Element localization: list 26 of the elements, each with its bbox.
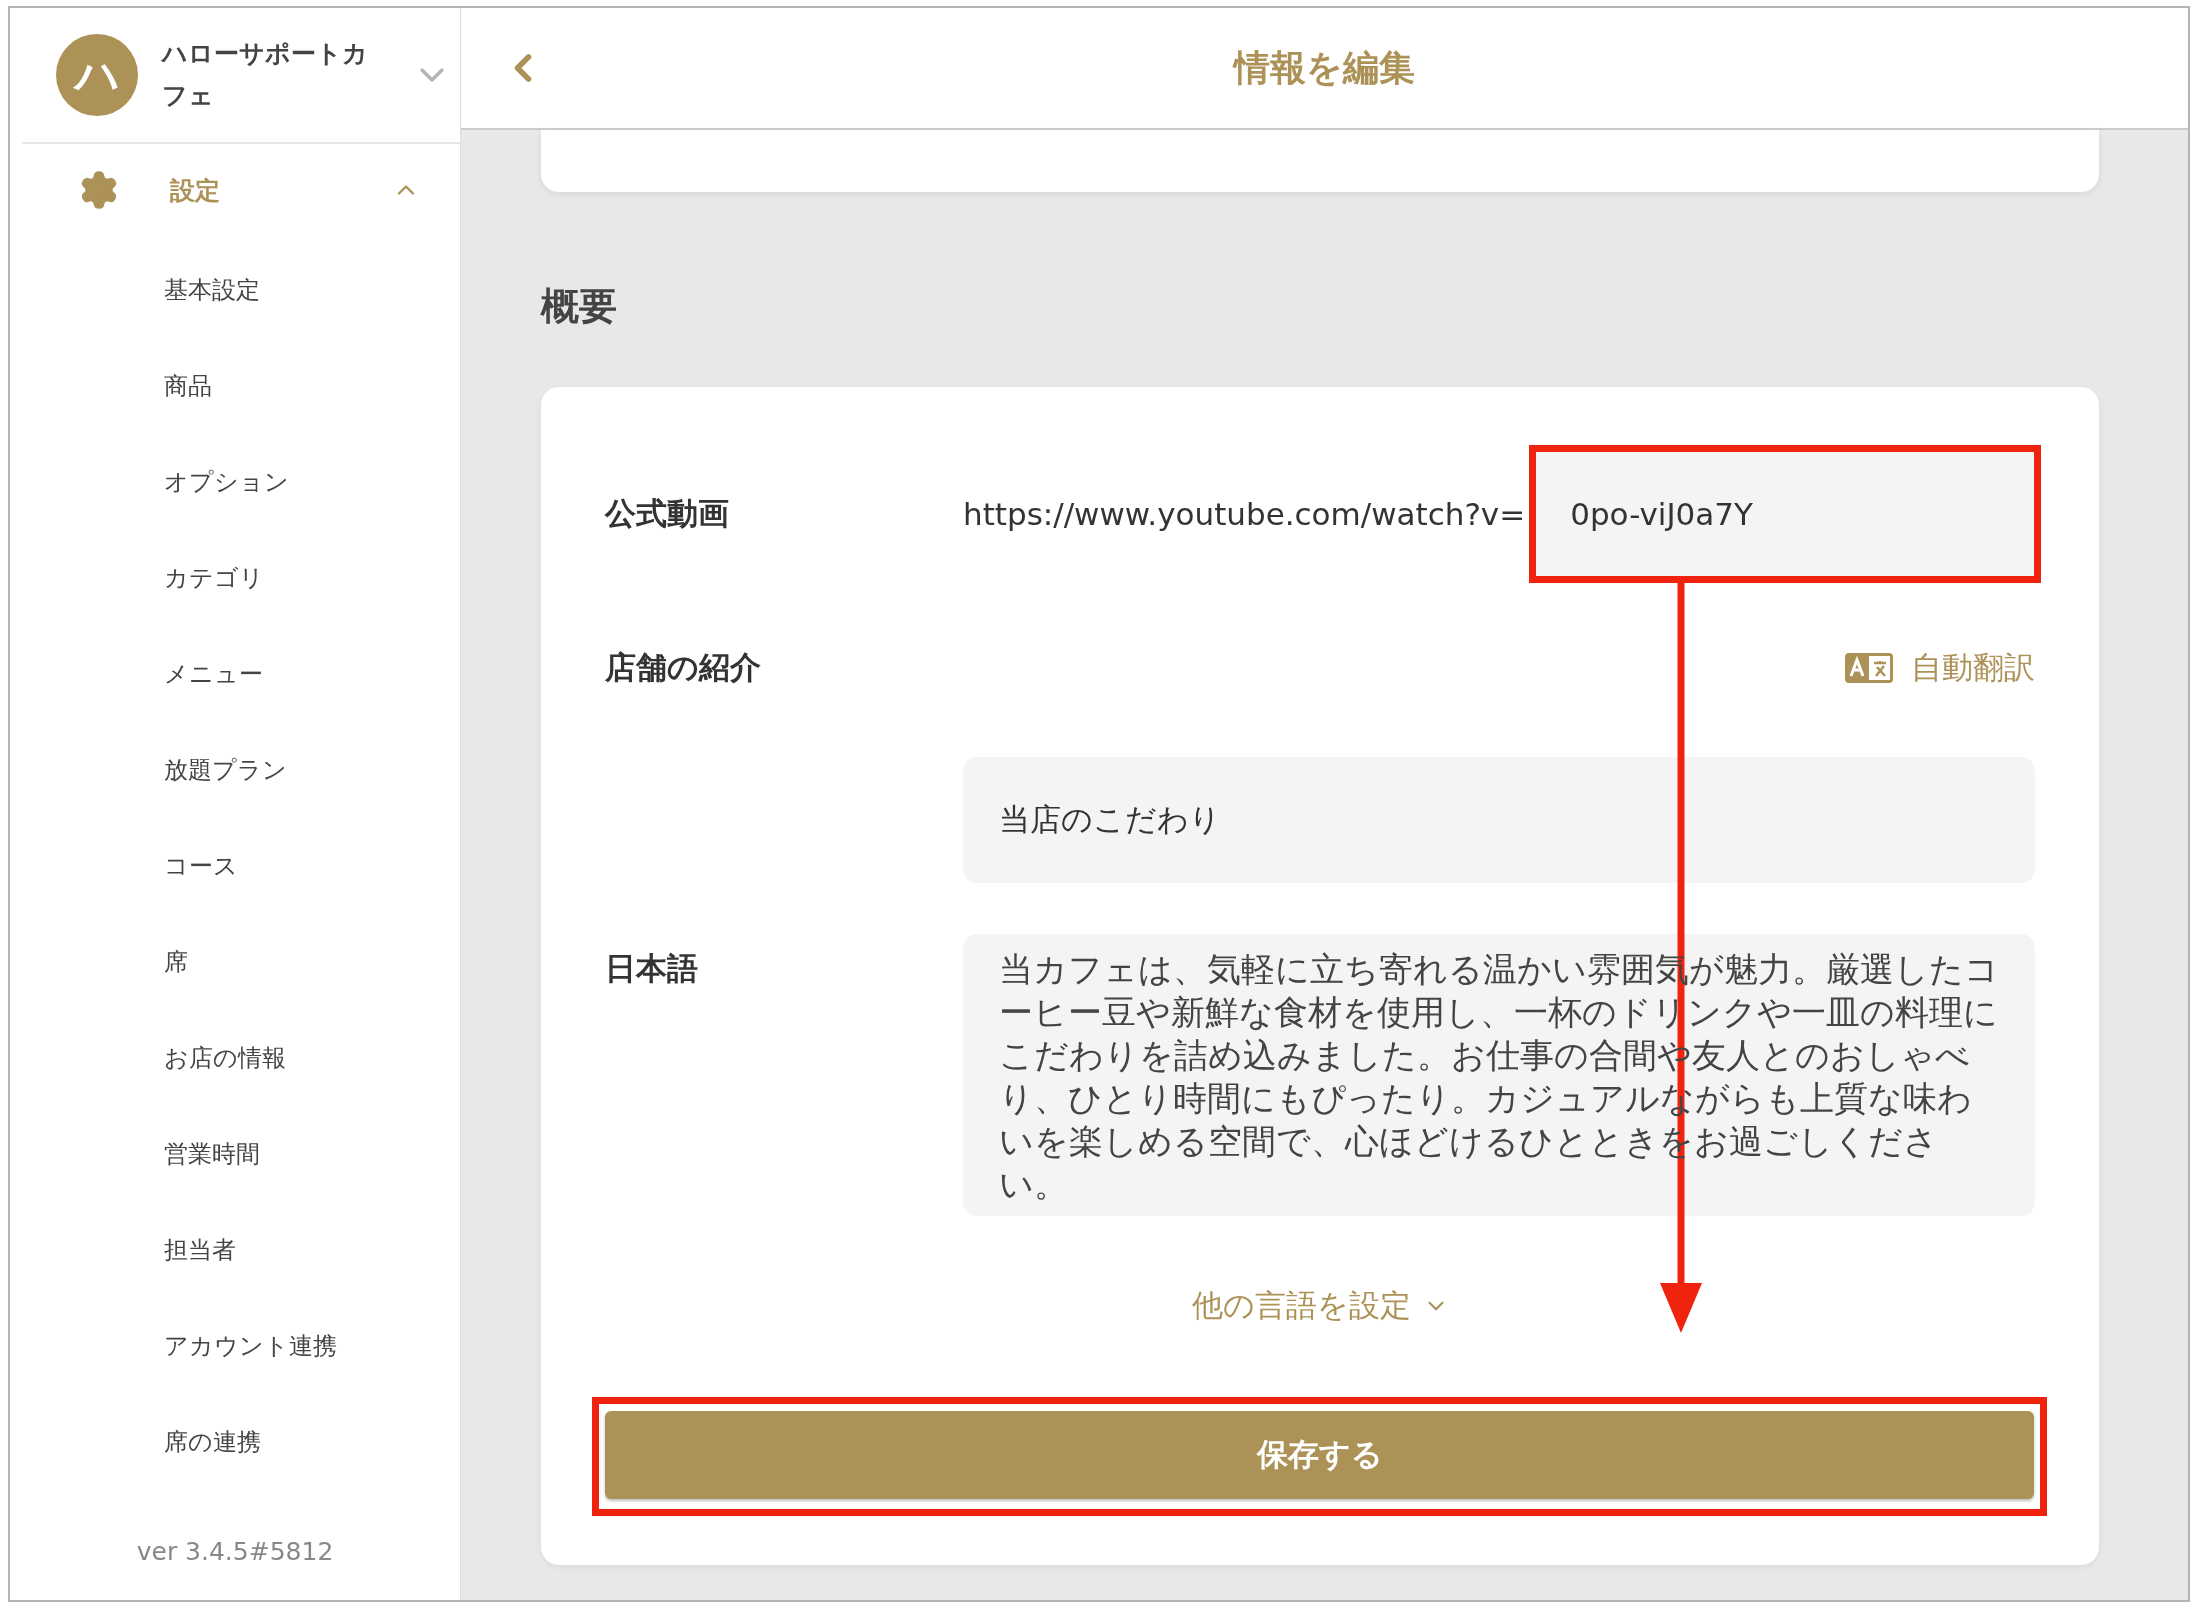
version-label: ver 3.4.5#5812 — [135, 1537, 335, 1568]
translate-icon — [1845, 653, 1893, 683]
field-label: 店舗の紹介 — [605, 648, 762, 687]
sidebar-item[interactable]: 担当者 — [10, 1202, 460, 1298]
shop-avatar: ハ — [56, 34, 138, 116]
field-label: 公式動画 — [605, 494, 730, 533]
video-id-field[interactable]: 0po-viJ0a7Y — [1536, 452, 2034, 576]
sidebar-item[interactable]: カテゴリ — [10, 530, 460, 626]
auto-translate-label: 自動翻訳 — [1911, 648, 2035, 687]
sidebar-item[interactable]: アカウント連携 — [10, 1298, 460, 1394]
sidebar-item[interactable]: 基本設定 — [10, 242, 460, 338]
sidebar-item[interactable]: 放題プラン — [10, 722, 460, 818]
sidebar-item[interactable]: 商品 — [10, 338, 460, 434]
page-title: 情報を編集 — [1234, 45, 1415, 90]
sidebar-item[interactable]: メニュー — [10, 626, 460, 722]
sidebar-item[interactable]: コース — [10, 818, 460, 914]
shop-name: ハローサポートカフェ — [162, 38, 369, 112]
sidebar-item[interactable]: 席 — [10, 914, 460, 1010]
section-title: 概要 — [541, 284, 618, 330]
sidebar-item[interactable]: 営業時間 — [10, 1106, 460, 1202]
title-field[interactable]: 当店のこだわり — [963, 757, 2035, 883]
field-label: 日本語 — [605, 949, 699, 988]
sidebar-item[interactable]: お店の情報 — [10, 1010, 460, 1106]
url-prefix: https://www.youtube.com/watch?v= — [963, 496, 1526, 532]
sidebar-item[interactable]: オプション — [10, 434, 460, 530]
sidebar-item[interactable]: 席の連携 — [10, 1394, 460, 1490]
